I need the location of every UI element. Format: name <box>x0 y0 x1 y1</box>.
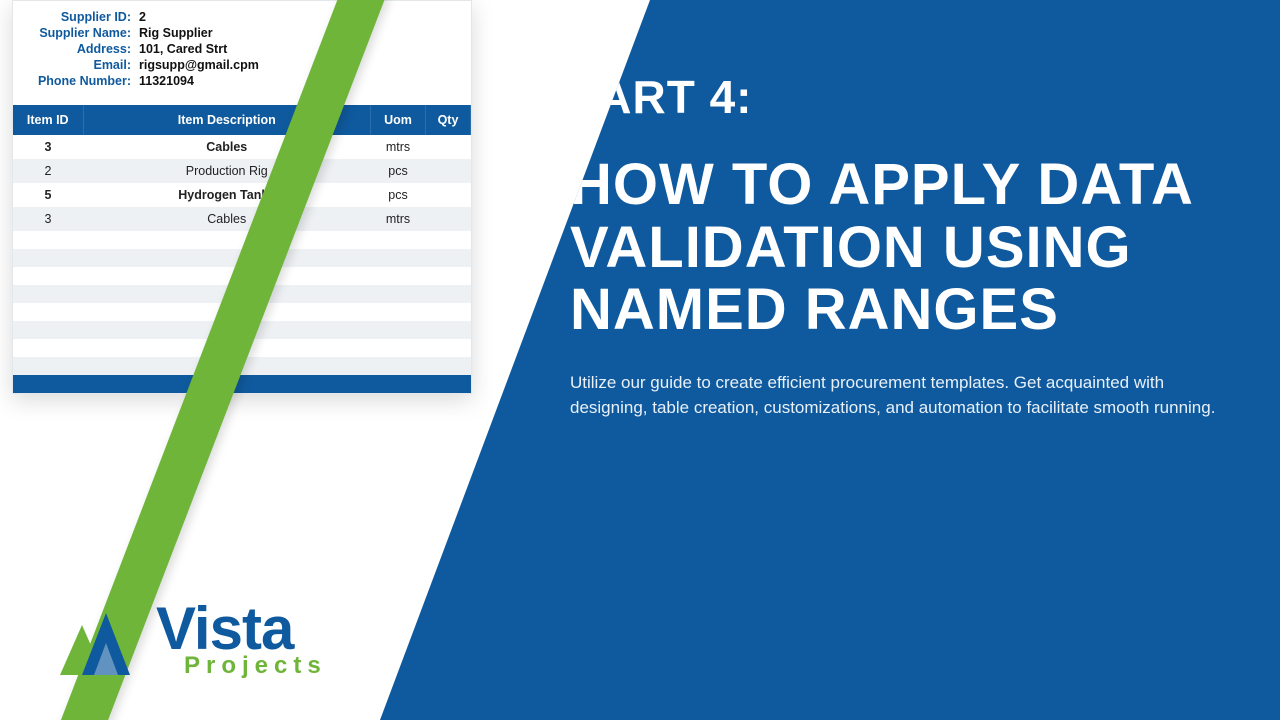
table-row: 3Cablesmtrs <box>13 207 471 231</box>
cell-item-id: 2 <box>13 159 83 183</box>
logo-text: Vista Projects <box>156 602 327 680</box>
cell-uom: pcs <box>371 183 426 207</box>
cell-item-desc: Production Rig <box>83 159 371 183</box>
info-row: Email: rigsupp@gmail.cpm <box>31 57 461 73</box>
address-label: Address: <box>31 42 131 56</box>
info-row: Supplier ID: 2 <box>31 9 461 25</box>
table-row: 3Cablesmtrs <box>13 135 471 159</box>
table-row: 2Production Rigpcs <box>13 159 471 183</box>
cell-item-id: 3 <box>13 135 83 159</box>
hero-content: PART 4: HOW TO APPLY DATA VALIDATION USI… <box>570 70 1230 421</box>
slide-stage: Supplier ID: 2 Supplier Name: Rig Suppli… <box>0 0 1280 720</box>
slide-description: Utilize our guide to create efficient pr… <box>570 370 1230 421</box>
phone-value: 11321094 <box>139 74 194 88</box>
col-item-id: Item ID <box>13 105 83 135</box>
cell-uom: mtrs <box>371 135 426 159</box>
cell-item-id: 3 <box>13 207 83 231</box>
logo-sub: Projects <box>184 652 327 680</box>
logo-name: Vista <box>156 602 327 656</box>
logo-mark-icon <box>60 603 142 680</box>
info-row: Address: 101, Cared Strt <box>31 41 461 57</box>
supplier-id-value: 2 <box>139 10 146 24</box>
cell-qty <box>426 183 471 207</box>
cell-qty <box>426 207 471 231</box>
cell-qty <box>426 159 471 183</box>
col-uom: Uom <box>371 105 426 135</box>
part-label: PART 4: <box>570 70 1230 124</box>
table-row: 5Hydrogen Tankspcs <box>13 183 471 207</box>
sheet-footer-stripe <box>13 375 471 393</box>
brand-logo: Vista Projects <box>60 602 327 680</box>
col-qty: Qty <box>426 105 471 135</box>
info-row: Phone Number: 11321094 <box>31 73 461 89</box>
email-value: rigsupp@gmail.cpm <box>139 58 259 72</box>
info-row: Supplier Name: Rig Supplier <box>31 25 461 41</box>
cell-item-desc: Cables <box>83 207 371 231</box>
cell-qty <box>426 135 471 159</box>
supplier-name-label: Supplier Name: <box>31 26 131 40</box>
slide-title: HOW TO APPLY DATA VALIDATION USING NAMED… <box>570 154 1230 342</box>
hero-blue-panel: PART 4: HOW TO APPLY DATA VALIDATION USI… <box>380 0 1280 720</box>
email-label: Email: <box>31 58 131 72</box>
address-value: 101, Cared Strt <box>139 42 227 56</box>
cell-uom: mtrs <box>371 207 426 231</box>
cell-item-desc: Hydrogen Tanks <box>83 183 371 207</box>
cell-uom: pcs <box>371 159 426 183</box>
table-header-row: Item ID Item Description Uom Qty <box>13 105 471 135</box>
cell-item-id: 5 <box>13 183 83 207</box>
phone-label: Phone Number: <box>31 74 131 88</box>
supplier-info-block: Supplier ID: 2 Supplier Name: Rig Suppli… <box>13 1 471 99</box>
supplier-name-value: Rig Supplier <box>139 26 213 40</box>
supplier-id-label: Supplier ID: <box>31 10 131 24</box>
